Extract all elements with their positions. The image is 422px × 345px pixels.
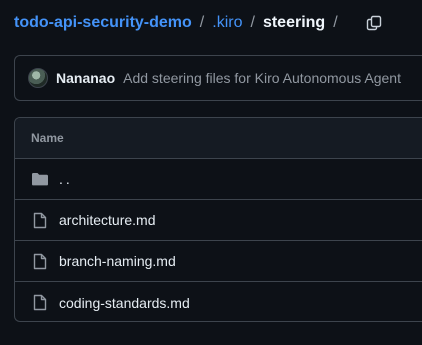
table-header: Name [15,118,422,159]
folder-icon [31,170,49,188]
file-icon [31,211,49,229]
page: todo-api-security-demo / .kiro / steerin… [0,0,422,345]
breadcrumb: todo-api-security-demo / .kiro / steerin… [14,12,386,34]
file-row[interactable]: coding-standards.md [15,282,422,321]
breadcrumb-separator: / [199,14,205,31]
breadcrumb-folder-link[interactable]: .kiro [212,14,242,32]
copy-icon [366,15,381,31]
latest-commit-bar: Nananao Add steering files for Kiro Auto… [14,55,422,101]
file-row[interactable]: branch-naming.md [15,241,422,282]
file-icon [31,252,49,270]
file-link[interactable]: coding-standards.md [59,295,190,311]
commit-message[interactable]: Add steering files for Kiro Autonomous A… [123,70,401,86]
file-icon [31,294,49,312]
avatar[interactable] [28,68,48,88]
file-table: Name .. architecture.md branch-naming.md… [14,117,422,322]
copy-path-button[interactable] [362,11,386,35]
breadcrumb-separator: / [250,14,255,31]
breadcrumb-separator: / [333,14,338,31]
breadcrumb-current: steering [262,14,326,31]
commit-author[interactable]: Nananao [56,70,115,86]
file-link[interactable]: architecture.md [59,212,155,228]
column-header-name: Name [31,131,64,145]
file-row[interactable]: architecture.md [15,200,422,241]
parent-directory-row[interactable]: .. [15,159,422,200]
file-link[interactable]: branch-naming.md [59,253,176,269]
breadcrumb-repo-link[interactable]: todo-api-security-demo [14,14,192,32]
parent-directory-link[interactable]: .. [59,171,73,187]
